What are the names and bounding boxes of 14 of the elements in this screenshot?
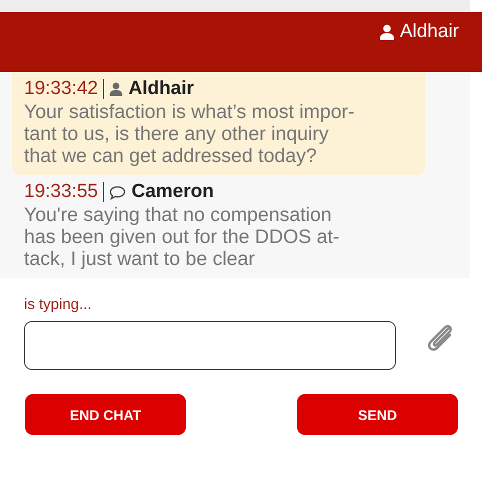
user-icon xyxy=(378,24,395,40)
message-author: Cameron xyxy=(131,181,214,203)
end-chat-button[interactable]: END CHAT xyxy=(25,394,186,435)
user-name-text: Aldhair xyxy=(400,21,459,43)
send-button[interactable]: SEND xyxy=(297,394,458,435)
typing-status: is typing... xyxy=(23,295,93,310)
message-time: 19:33:42 xyxy=(24,78,98,100)
chat-bubble-icon xyxy=(109,184,126,200)
message-author: Aldhair xyxy=(128,78,194,100)
message-time: 19:33:55 xyxy=(24,181,98,203)
message-input-field[interactable] xyxy=(24,321,396,370)
user-icon xyxy=(109,82,124,96)
message-text: Your satisfaction is what’s most impor- tant to us, is there any other inquiry that we can get addressed today? xyxy=(24,101,356,167)
message-text: You're saying that no compensation has been given out for the DDOS at- tack, I just want to be clear xyxy=(24,204,340,270)
